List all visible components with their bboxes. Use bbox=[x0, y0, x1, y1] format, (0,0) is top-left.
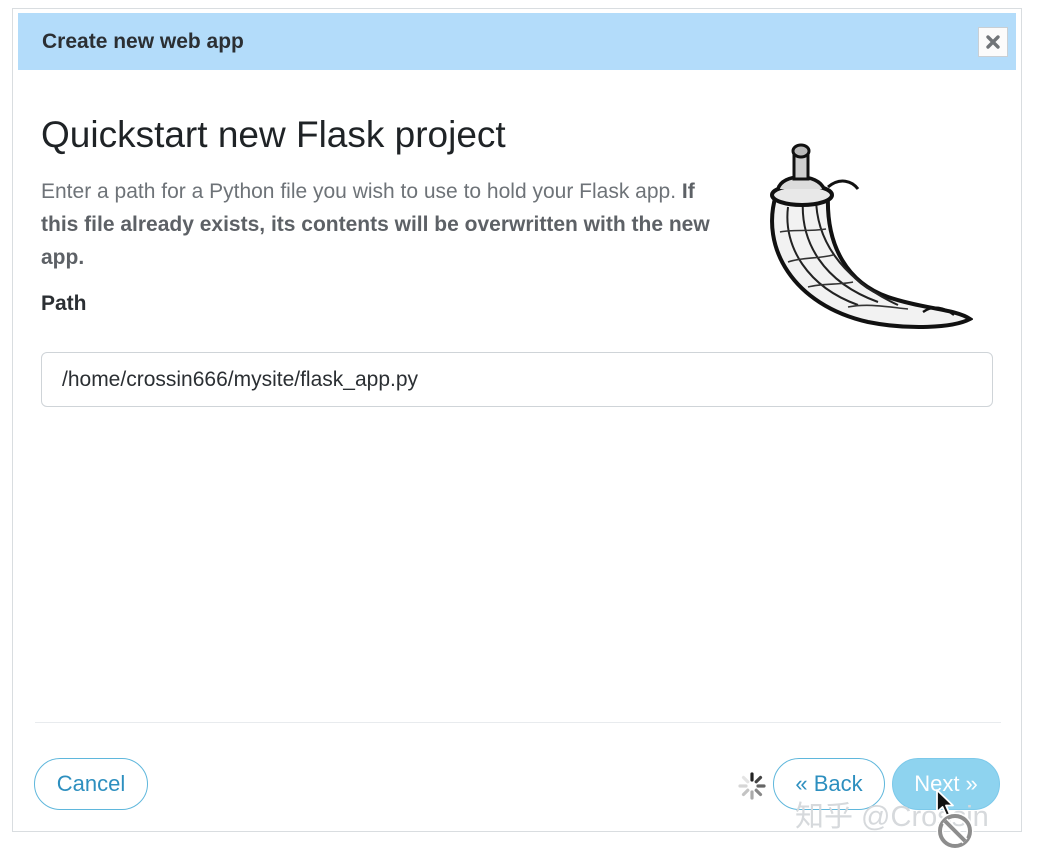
cancel-button[interactable]: Cancel bbox=[34, 758, 148, 810]
description-text: Enter a path for a Python file you wish … bbox=[41, 180, 682, 203]
close-icon bbox=[986, 35, 1000, 49]
path-label: Path bbox=[41, 292, 87, 315]
dialog-title: Create new web app bbox=[42, 30, 244, 53]
not-allowed-icon bbox=[936, 812, 974, 850]
dialog-titlebar: Create new web app bbox=[18, 13, 1016, 70]
close-button[interactable] bbox=[978, 27, 1008, 57]
page-title: Quickstart new Flask project bbox=[41, 114, 506, 155]
path-input[interactable] bbox=[41, 352, 993, 407]
description: Enter a path for a Python file you wish … bbox=[41, 175, 721, 274]
loading-spinner-icon bbox=[738, 772, 766, 800]
footer-divider bbox=[35, 722, 1001, 723]
create-web-app-dialog: Create new web app Quickstart new Flask … bbox=[12, 8, 1022, 832]
flask-horn-logo bbox=[770, 143, 973, 329]
